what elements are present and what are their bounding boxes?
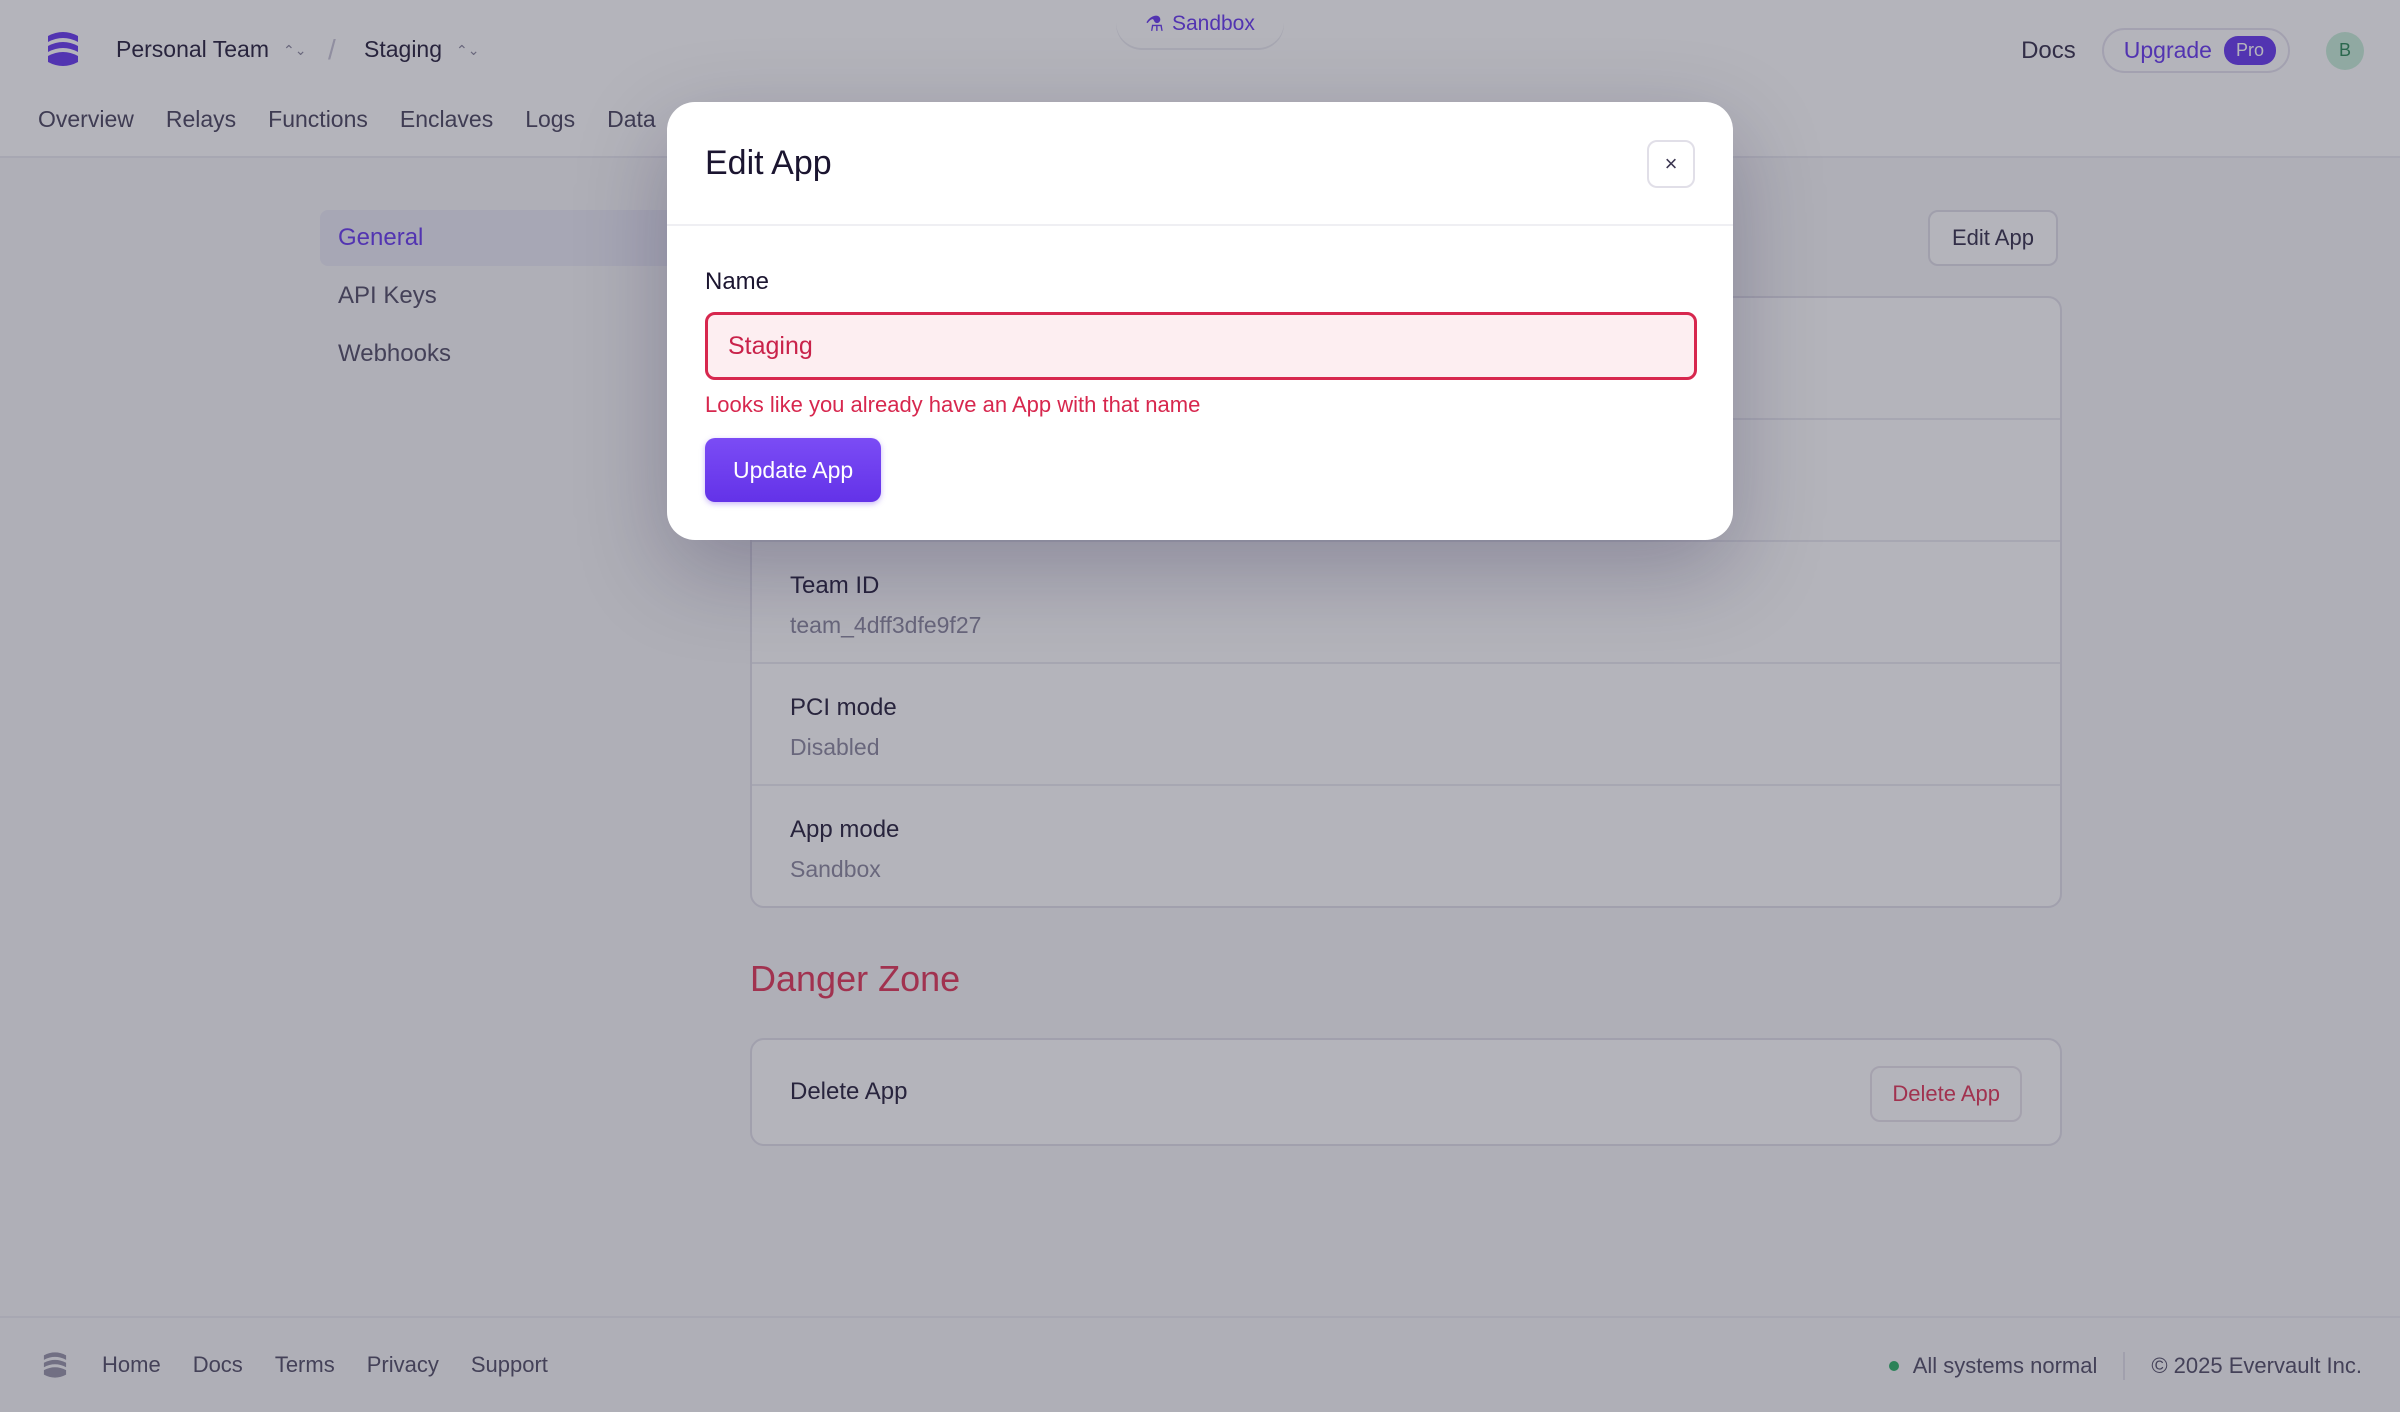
update-app-button[interactable]: Update App (705, 438, 882, 502)
app-name-input[interactable] (705, 312, 1697, 380)
close-icon[interactable]: × (1647, 140, 1695, 188)
edit-app-modal: Edit App × Name Looks like you already h… (667, 102, 1733, 540)
modal-title: Edit App (705, 144, 832, 182)
modal-header: Edit App × (667, 102, 1733, 226)
name-error-message: Looks like you already have an App with … (705, 392, 1201, 417)
name-field-label: Name (705, 268, 770, 295)
